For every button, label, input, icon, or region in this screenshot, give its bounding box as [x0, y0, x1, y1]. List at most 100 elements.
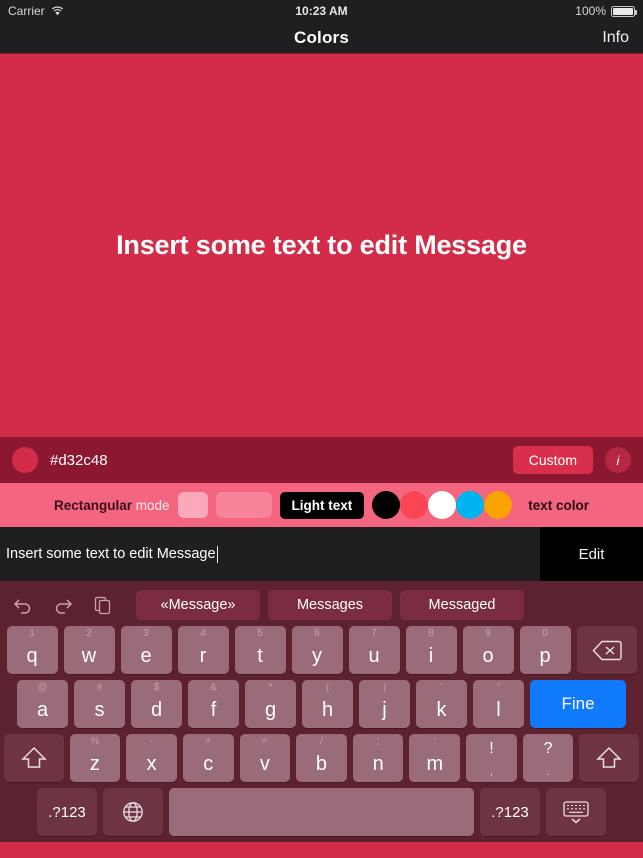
key-r[interactable]: 4r [177, 626, 229, 674]
keyboard-row-1: 1q 2w 3e 4r 5t 6y 7u 8i 9o 0p [0, 626, 643, 674]
key-e[interactable]: 3e [120, 626, 172, 674]
color-canvas[interactable]: Insert some text to edit Message [0, 54, 643, 437]
key-comma-label: , [489, 766, 493, 778]
key-w-label: w [81, 645, 97, 667]
key-n-label: n [372, 753, 384, 775]
color-dot-black[interactable] [372, 491, 401, 519]
key-a-sup: @ [37, 682, 48, 693]
key-g[interactable]: * g [245, 680, 296, 728]
key-j[interactable]: ) j [359, 680, 410, 728]
key-t[interactable]: 5t [234, 626, 286, 674]
paste-icon[interactable] [86, 588, 120, 622]
key-b-label: b [315, 753, 328, 775]
canvas-message-text: Insert some text to edit Message [116, 230, 527, 260]
key-q[interactable]: 1q [6, 626, 58, 674]
space-key[interactable] [169, 788, 474, 836]
key-i-label: i [428, 645, 434, 667]
suggestion-item-1[interactable]: Messages [268, 590, 392, 620]
key-m-label: m [426, 753, 444, 775]
shift-key-right[interactable] [579, 734, 639, 782]
key-u[interactable]: 7u [348, 626, 400, 674]
key-w[interactable]: 2w [63, 626, 115, 674]
mode-label: Rectangular mode [54, 498, 170, 513]
shift-key-left[interactable] [4, 734, 64, 782]
mode-label-strong: Rectangular [53, 497, 132, 513]
key-v-sup: = [261, 736, 268, 747]
key-n[interactable]: ; n [352, 734, 404, 782]
globe-key[interactable] [103, 788, 163, 836]
key-w-sup: 2 [86, 628, 92, 639]
suggestion-item-2[interactable]: Messaged [400, 590, 524, 620]
redo-icon[interactable] [46, 588, 80, 622]
key-f[interactable]: & f [188, 680, 239, 728]
carrier-label: Carrier [8, 4, 45, 18]
key-o[interactable]: 9o [462, 626, 514, 674]
key-v[interactable]: = v [239, 734, 291, 782]
key-a[interactable]: @ a [17, 680, 68, 728]
edit-button[interactable]: Edit [540, 527, 643, 581]
key-z[interactable]: % z [69, 734, 121, 782]
backspace-icon [592, 640, 622, 661]
dismiss-keyboard-key[interactable] [546, 788, 606, 836]
undo-icon[interactable] [6, 588, 40, 622]
globe-icon [122, 801, 144, 823]
key-c[interactable]: + c [182, 734, 234, 782]
key-i[interactable]: 8i [405, 626, 457, 674]
message-input[interactable]: Insert some text to edit Message [0, 527, 540, 581]
key-l-sup: “ [496, 682, 501, 693]
key-y[interactable]: 6y [291, 626, 343, 674]
shape-swatch-small[interactable] [177, 492, 208, 518]
key-exclamation-comma[interactable]: !, [466, 734, 517, 782]
color-dot-orange[interactable] [484, 491, 513, 519]
suggestion-item-0[interactable]: «Message» [136, 590, 260, 620]
numeric-key-left[interactable]: .?123 [37, 788, 97, 836]
key-r-label: r [199, 645, 207, 667]
key-f-sup: & [210, 682, 217, 693]
key-y-sup: 6 [314, 628, 320, 639]
color-dot-white[interactable] [428, 491, 457, 519]
shift-icon [21, 746, 47, 770]
key-h-sup: ( [325, 682, 330, 693]
key-g-sup: * [268, 682, 273, 693]
text-color-dots [372, 491, 513, 519]
status-bar-left: Carrier [8, 4, 64, 18]
key-o-sup: 9 [485, 628, 491, 639]
key-s[interactable]: # s [74, 680, 125, 728]
key-l[interactable]: “l [473, 680, 524, 728]
key-p[interactable]: 0p [519, 626, 571, 674]
key-p-label: p [539, 645, 551, 667]
key-d[interactable]: $ d [131, 680, 182, 728]
keyboard-row-3: % z -x + c = v / b ; n :m !, ?. [0, 734, 643, 782]
custom-button[interactable]: Custom [512, 446, 593, 474]
key-m[interactable]: :m [409, 734, 461, 782]
key-period-label: . [546, 766, 550, 778]
key-h[interactable]: (h [302, 680, 353, 728]
on-screen-keyboard: «Message» Messages Messaged 1q 2w 3e 4r … [0, 581, 643, 842]
key-l-label: l [496, 699, 501, 721]
key-s-label: s [94, 699, 105, 721]
shape-swatch-large[interactable] [215, 492, 272, 518]
key-x[interactable]: -x [126, 734, 177, 782]
key-exclamation-label: ! [489, 740, 494, 757]
info-nav-button[interactable]: Info [602, 29, 629, 47]
info-button[interactable]: i [605, 447, 631, 473]
key-d-sup: $ [153, 682, 160, 693]
app-root: Carrier 10:23 AM 100% Colors Info Insert… [0, 0, 643, 858]
key-j-label: j [382, 699, 387, 721]
key-k[interactable]: ' k [416, 680, 467, 728]
light-text-button[interactable]: Light text [279, 491, 365, 519]
return-key[interactable]: Fine [530, 680, 626, 728]
current-color-swatch[interactable] [12, 447, 38, 473]
key-e-label: e [140, 645, 152, 667]
key-t-sup: 5 [257, 628, 263, 639]
backspace-key[interactable] [576, 626, 637, 674]
color-dot-cyan[interactable] [456, 491, 485, 519]
key-o-label: o [482, 645, 494, 667]
key-m-sup: : [433, 736, 437, 747]
numeric-key-right[interactable]: .?123 [480, 788, 540, 836]
key-y-label: y [312, 645, 322, 667]
color-dot-red[interactable] [400, 491, 429, 519]
key-question-period[interactable]: ?. [522, 734, 574, 782]
key-g-label: g [264, 699, 277, 721]
key-b[interactable]: / b [296, 734, 347, 782]
